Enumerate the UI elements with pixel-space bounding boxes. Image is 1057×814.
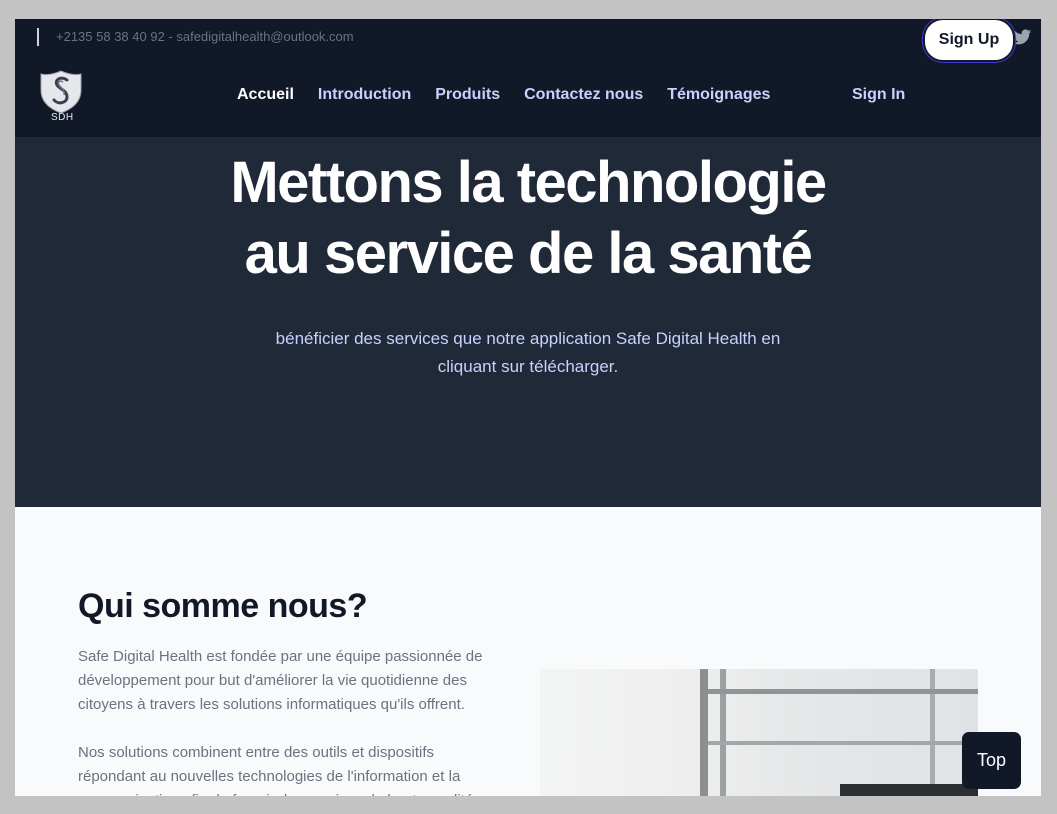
about-section: Qui somme nous? Safe Digital Health est … (15, 507, 1041, 796)
hero-title: Mettons la technologie au service de la … (15, 147, 1041, 289)
nav-item-contactez-nous[interactable]: Contactez nous (524, 86, 643, 104)
nav-item-accueil[interactable]: Accueil (237, 86, 294, 104)
shield-logo-icon (40, 70, 82, 114)
office-photo (540, 669, 978, 796)
sign-up-button[interactable]: Sign Up (923, 19, 1015, 62)
main-menu: Accueil Introduction Produits Contactez … (237, 86, 770, 104)
about-paragraph-1: Safe Digital Health est fondée par une é… (78, 648, 483, 713)
navbar: SDH Accueil Introduction Produits Contac… (15, 19, 1041, 137)
hero-title-line2: au service de la santé (244, 221, 813, 286)
nav-item-introduction[interactable]: Introduction (318, 86, 411, 104)
nav-item-produits[interactable]: Produits (435, 86, 500, 104)
hero-title-line1: Mettons la technologie (230, 150, 827, 215)
top-bar: +2135 58 38 40 92 - safedigitalhealth@ou… (15, 19, 1041, 56)
nav-item-temoignages[interactable]: Témoignages (667, 86, 770, 104)
about-paragraph-2: Nos solutions combinent entre des outils… (78, 744, 473, 796)
divider (37, 28, 39, 46)
page-frame: +2135 58 38 40 92 - safedigitalhealth@ou… (15, 19, 1041, 796)
sdh-logo[interactable]: SDH (40, 70, 82, 128)
contact-info: +2135 58 38 40 92 - safedigitalhealth@ou… (56, 29, 354, 44)
sign-in-link[interactable]: Sign In (852, 86, 905, 104)
hero-subtitle: bénéficier des services que notre applic… (275, 329, 781, 376)
hero-section: Mettons la technologie au service de la … (15, 137, 1041, 507)
scroll-top-button[interactable]: Top (962, 732, 1021, 789)
about-heading: Qui somme nous? (78, 587, 368, 625)
about-text: Safe Digital Health est fondée par une é… (78, 645, 498, 796)
logo-text: SDH (51, 112, 74, 123)
